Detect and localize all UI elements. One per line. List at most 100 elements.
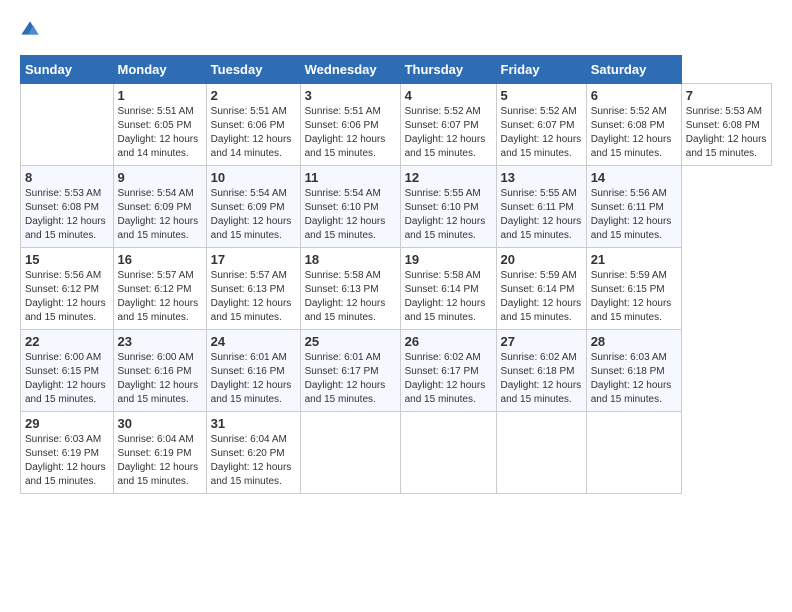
calendar-cell: 12 Sunrise: 5:55 AMSunset: 6:10 PMDaylig… bbox=[400, 166, 496, 248]
cell-date: 26 bbox=[405, 334, 492, 349]
cell-date: 16 bbox=[118, 252, 202, 267]
cell-date: 13 bbox=[501, 170, 582, 185]
cell-info: Sunrise: 6:04 AMSunset: 6:19 PMDaylight:… bbox=[118, 434, 199, 487]
cell-date: 27 bbox=[501, 334, 582, 349]
cell-date: 8 bbox=[25, 170, 109, 185]
page-header bbox=[20, 20, 772, 45]
cell-info: Sunrise: 5:57 AMSunset: 6:13 PMDaylight:… bbox=[211, 270, 292, 323]
calendar-cell: 15 Sunrise: 5:56 AMSunset: 6:12 PMDaylig… bbox=[21, 248, 114, 330]
cell-info: Sunrise: 6:03 AMSunset: 6:19 PMDaylight:… bbox=[25, 434, 106, 487]
calendar-cell: 1 Sunrise: 5:51 AMSunset: 6:05 PMDayligh… bbox=[113, 84, 206, 166]
cell-date: 19 bbox=[405, 252, 492, 267]
cell-date: 12 bbox=[405, 170, 492, 185]
cell-info: Sunrise: 6:03 AMSunset: 6:18 PMDaylight:… bbox=[591, 352, 672, 405]
cell-info: Sunrise: 5:55 AMSunset: 6:10 PMDaylight:… bbox=[405, 188, 486, 241]
calendar-cell: 3 Sunrise: 5:51 AMSunset: 6:06 PMDayligh… bbox=[300, 84, 400, 166]
cell-date: 4 bbox=[405, 88, 492, 103]
cell-date: 14 bbox=[591, 170, 677, 185]
cell-info: Sunrise: 5:57 AMSunset: 6:12 PMDaylight:… bbox=[118, 270, 199, 323]
calendar-cell bbox=[586, 412, 681, 494]
calendar-week-row: 1 Sunrise: 5:51 AMSunset: 6:05 PMDayligh… bbox=[21, 84, 772, 166]
cell-info: Sunrise: 5:53 AMSunset: 6:08 PMDaylight:… bbox=[686, 106, 767, 159]
logo bbox=[20, 20, 44, 45]
calendar-header-row: Sunday Monday Tuesday Wednesday Thursday… bbox=[21, 56, 772, 84]
cell-date: 25 bbox=[305, 334, 396, 349]
cell-info: Sunrise: 5:54 AMSunset: 6:10 PMDaylight:… bbox=[305, 188, 386, 241]
calendar-week-row: 15 Sunrise: 5:56 AMSunset: 6:12 PMDaylig… bbox=[21, 248, 772, 330]
calendar-cell bbox=[21, 84, 114, 166]
cell-info: Sunrise: 6:01 AMSunset: 6:16 PMDaylight:… bbox=[211, 352, 292, 405]
calendar-cell: 16 Sunrise: 5:57 AMSunset: 6:12 PMDaylig… bbox=[113, 248, 206, 330]
calendar-cell: 7 Sunrise: 5:53 AMSunset: 6:08 PMDayligh… bbox=[681, 84, 771, 166]
cell-date: 22 bbox=[25, 334, 109, 349]
calendar-cell: 21 Sunrise: 5:59 AMSunset: 6:15 PMDaylig… bbox=[586, 248, 681, 330]
col-monday: Monday bbox=[113, 56, 206, 84]
cell-info: Sunrise: 5:58 AMSunset: 6:13 PMDaylight:… bbox=[305, 270, 386, 323]
calendar-cell: 17 Sunrise: 5:57 AMSunset: 6:13 PMDaylig… bbox=[206, 248, 300, 330]
col-wednesday: Wednesday bbox=[300, 56, 400, 84]
cell-info: Sunrise: 6:01 AMSunset: 6:17 PMDaylight:… bbox=[305, 352, 386, 405]
calendar-cell: 19 Sunrise: 5:58 AMSunset: 6:14 PMDaylig… bbox=[400, 248, 496, 330]
cell-info: Sunrise: 5:58 AMSunset: 6:14 PMDaylight:… bbox=[405, 270, 486, 323]
cell-info: Sunrise: 5:52 AMSunset: 6:08 PMDaylight:… bbox=[591, 106, 672, 159]
calendar-cell: 26 Sunrise: 6:02 AMSunset: 6:17 PMDaylig… bbox=[400, 330, 496, 412]
cell-date: 28 bbox=[591, 334, 677, 349]
calendar-cell: 24 Sunrise: 6:01 AMSunset: 6:16 PMDaylig… bbox=[206, 330, 300, 412]
cell-date: 10 bbox=[211, 170, 296, 185]
cell-info: Sunrise: 6:00 AMSunset: 6:16 PMDaylight:… bbox=[118, 352, 199, 405]
cell-date: 2 bbox=[211, 88, 296, 103]
cell-date: 17 bbox=[211, 252, 296, 267]
logo-icon bbox=[20, 20, 40, 40]
cell-info: Sunrise: 5:51 AMSunset: 6:05 PMDaylight:… bbox=[118, 106, 199, 159]
cell-info: Sunrise: 5:52 AMSunset: 6:07 PMDaylight:… bbox=[501, 106, 582, 159]
cell-info: Sunrise: 5:59 AMSunset: 6:14 PMDaylight:… bbox=[501, 270, 582, 323]
cell-info: Sunrise: 5:51 AMSunset: 6:06 PMDaylight:… bbox=[305, 106, 386, 159]
cell-info: Sunrise: 5:54 AMSunset: 6:09 PMDaylight:… bbox=[211, 188, 292, 241]
cell-date: 18 bbox=[305, 252, 396, 267]
cell-date: 31 bbox=[211, 416, 296, 431]
cell-date: 6 bbox=[591, 88, 677, 103]
calendar-cell: 10 Sunrise: 5:54 AMSunset: 6:09 PMDaylig… bbox=[206, 166, 300, 248]
col-friday: Friday bbox=[496, 56, 586, 84]
calendar-cell: 27 Sunrise: 6:02 AMSunset: 6:18 PMDaylig… bbox=[496, 330, 586, 412]
cell-info: Sunrise: 5:54 AMSunset: 6:09 PMDaylight:… bbox=[118, 188, 199, 241]
calendar-cell: 18 Sunrise: 5:58 AMSunset: 6:13 PMDaylig… bbox=[300, 248, 400, 330]
calendar-cell bbox=[496, 412, 586, 494]
cell-date: 7 bbox=[686, 88, 767, 103]
calendar-cell: 31 Sunrise: 6:04 AMSunset: 6:20 PMDaylig… bbox=[206, 412, 300, 494]
calendar-cell: 8 Sunrise: 5:53 AMSunset: 6:08 PMDayligh… bbox=[21, 166, 114, 248]
cell-date: 29 bbox=[25, 416, 109, 431]
cell-date: 24 bbox=[211, 334, 296, 349]
cell-info: Sunrise: 6:02 AMSunset: 6:18 PMDaylight:… bbox=[501, 352, 582, 405]
calendar-cell: 28 Sunrise: 6:03 AMSunset: 6:18 PMDaylig… bbox=[586, 330, 681, 412]
cell-date: 11 bbox=[305, 170, 396, 185]
col-sunday: Sunday bbox=[21, 56, 114, 84]
calendar-cell: 2 Sunrise: 5:51 AMSunset: 6:06 PMDayligh… bbox=[206, 84, 300, 166]
calendar-cell: 9 Sunrise: 5:54 AMSunset: 6:09 PMDayligh… bbox=[113, 166, 206, 248]
calendar-cell: 6 Sunrise: 5:52 AMSunset: 6:08 PMDayligh… bbox=[586, 84, 681, 166]
cell-info: Sunrise: 5:56 AMSunset: 6:11 PMDaylight:… bbox=[591, 188, 672, 241]
cell-info: Sunrise: 6:00 AMSunset: 6:15 PMDaylight:… bbox=[25, 352, 106, 405]
calendar-cell: 20 Sunrise: 5:59 AMSunset: 6:14 PMDaylig… bbox=[496, 248, 586, 330]
cell-date: 15 bbox=[25, 252, 109, 267]
cell-info: Sunrise: 6:02 AMSunset: 6:17 PMDaylight:… bbox=[405, 352, 486, 405]
cell-date: 5 bbox=[501, 88, 582, 103]
cell-date: 30 bbox=[118, 416, 202, 431]
cell-date: 23 bbox=[118, 334, 202, 349]
calendar-cell: 29 Sunrise: 6:03 AMSunset: 6:19 PMDaylig… bbox=[21, 412, 114, 494]
calendar-cell bbox=[400, 412, 496, 494]
calendar-table: Sunday Monday Tuesday Wednesday Thursday… bbox=[20, 55, 772, 494]
cell-date: 9 bbox=[118, 170, 202, 185]
calendar-week-row: 29 Sunrise: 6:03 AMSunset: 6:19 PMDaylig… bbox=[21, 412, 772, 494]
cell-date: 21 bbox=[591, 252, 677, 267]
col-saturday: Saturday bbox=[586, 56, 681, 84]
cell-info: Sunrise: 5:53 AMSunset: 6:08 PMDaylight:… bbox=[25, 188, 106, 241]
calendar-cell: 14 Sunrise: 5:56 AMSunset: 6:11 PMDaylig… bbox=[586, 166, 681, 248]
col-tuesday: Tuesday bbox=[206, 56, 300, 84]
calendar-cell: 22 Sunrise: 6:00 AMSunset: 6:15 PMDaylig… bbox=[21, 330, 114, 412]
col-thursday: Thursday bbox=[400, 56, 496, 84]
cell-date: 1 bbox=[118, 88, 202, 103]
calendar-cell bbox=[300, 412, 400, 494]
cell-info: Sunrise: 5:51 AMSunset: 6:06 PMDaylight:… bbox=[211, 106, 292, 159]
cell-info: Sunrise: 5:59 AMSunset: 6:15 PMDaylight:… bbox=[591, 270, 672, 323]
